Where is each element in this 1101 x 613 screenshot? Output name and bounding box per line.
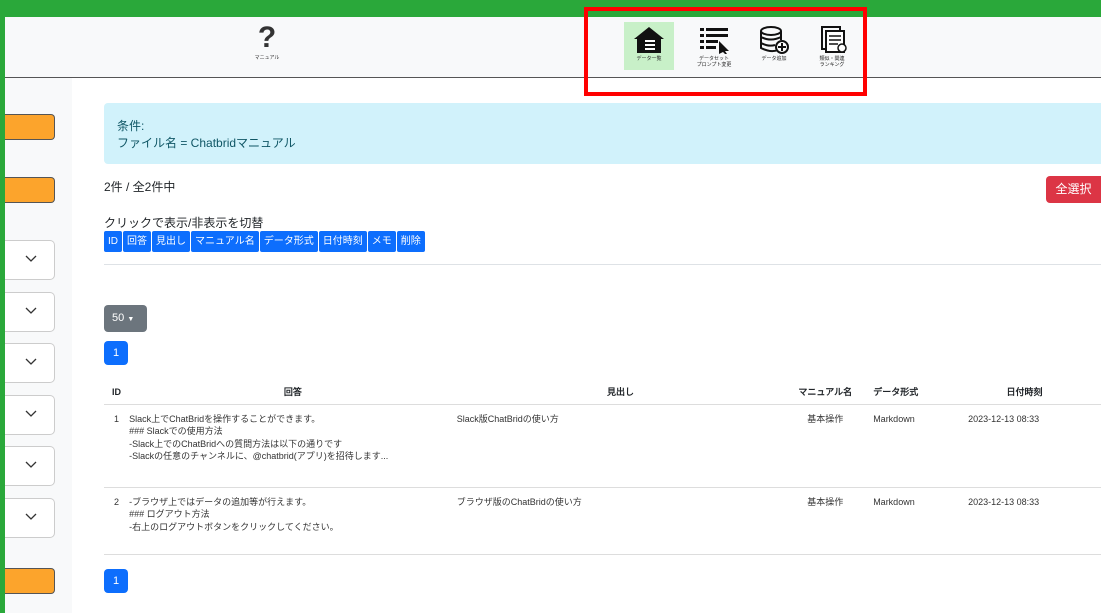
toggle-memo[interactable]: メモ <box>367 231 396 252</box>
cell-data-format: Markdown <box>866 487 949 555</box>
answer-line: -Slackの任意のチャンネルに、@chatbrid(アプリ)を招待します... <box>129 451 389 461</box>
sidebar-orange-button-1[interactable] <box>5 114 55 140</box>
per-page-value: 50 <box>112 312 125 324</box>
cell-heading: Slack版ChatBridの使い方 <box>456 404 785 488</box>
toggle-answer[interactable]: 回答 <box>123 231 151 252</box>
sidebar-dropdown-4[interactable] <box>5 395 55 435</box>
manual-help-button[interactable]: ? マニュアル <box>252 21 282 62</box>
answer-line: Slack上でChatBridを操作することができます。 <box>129 413 321 424</box>
table-row[interactable]: 1 Slack上でChatBridを操作することができます。 ### Slack… <box>104 404 1101 488</box>
condition-title: 条件: <box>117 119 145 133</box>
condition-alert: 条件: ファイル名 = Chatbridマニュアル <box>104 103 1101 164</box>
answer-line: -ブラウザ上ではデータの追加等が行えます。 <box>129 496 312 507</box>
help-label: マニュアル <box>254 55 280 61</box>
chevron-down-icon <box>25 461 37 468</box>
sidebar-orange-button-2[interactable] <box>5 177 55 203</box>
pagination-page-bottom[interactable]: 1 <box>104 569 128 593</box>
header-data-format[interactable]: データ形式 <box>866 380 949 405</box>
pagination-page-top[interactable]: 1 <box>104 341 128 365</box>
column-toggle-group: ID 回答 見出し マニュアル名 データ形式 日付時刻 メモ 削除 <box>104 231 425 252</box>
toggle-delete[interactable]: 削除 <box>396 231 425 252</box>
column-toggle-title: クリックで表示/非表示を切替 <box>104 216 264 230</box>
sidebar-orange-button-3[interactable] <box>5 568 55 594</box>
divider <box>104 264 1101 265</box>
chevron-down-icon <box>25 307 37 314</box>
top-green-bar <box>0 0 1101 17</box>
sidebar-dropdown-2[interactable] <box>5 292 55 332</box>
sidebar <box>5 78 72 613</box>
chevron-down-icon <box>25 358 37 365</box>
header-manual-name[interactable]: マニュアル名 <box>784 380 867 405</box>
header-id[interactable]: ID <box>104 380 130 405</box>
answer-line: -右上のログアウトボタンをクリックしてください。 <box>129 521 339 532</box>
caret-down-icon: ▼ <box>127 316 135 323</box>
header-heading[interactable]: 見出し <box>456 380 785 405</box>
answer-line: -Slack上でのChatBridへの質問方法は以下の通りです <box>129 438 343 449</box>
cell-manual-name: 基本操作 <box>784 404 867 488</box>
cell-id: 2 <box>104 487 130 555</box>
sidebar-dropdown-5[interactable] <box>5 446 55 486</box>
toggle-heading[interactable]: 見出し <box>152 231 190 252</box>
sidebar-dropdown-1[interactable] <box>5 240 55 280</box>
cell-answer: Slack上でChatBridを操作することができます。 ### Slackでの… <box>129 404 457 488</box>
result-count: 2件 / 全2件中 <box>104 180 176 194</box>
cell-manual-name: 基本操作 <box>784 487 867 555</box>
toggle-datetime[interactable]: 日付時刻 <box>318 231 367 252</box>
select-all-button[interactable]: 全選択 <box>1046 176 1101 203</box>
header-toolbar: ? マニュアル データ一覧 データセット プロンプト変更 データ追加 類似・関連… <box>5 17 1101 78</box>
question-mark-icon: ? <box>257 21 277 54</box>
table-row[interactable]: 2 -ブラウザ上ではデータの追加等が行えます。 ### ログアウト方法 -右上の… <box>104 487 1101 555</box>
cell-answer: -ブラウザ上ではデータの追加等が行えます。 ### ログアウト方法 -右上のログ… <box>129 487 457 555</box>
cell-heading: ブラウザ版のChatBridの使い方 <box>456 487 785 555</box>
table-header-row: ID 回答 見出し マニュアル名 データ形式 日付時刻 <box>104 380 1101 405</box>
data-table: ID 回答 見出し マニュアル名 データ形式 日付時刻 1 Slack上でCha… <box>104 380 1101 555</box>
cell-datetime: 2023-12-13 08:33 <box>948 487 1101 555</box>
condition-text: ファイル名 = Chatbridマニュアル <box>117 136 296 150</box>
cell-datetime: 2023-12-13 08:33 <box>948 404 1101 488</box>
chevron-down-icon <box>25 410 37 417</box>
chevron-down-icon <box>25 255 37 262</box>
highlight-annotation-box <box>584 7 867 96</box>
header-datetime[interactable]: 日付時刻 <box>948 380 1101 405</box>
answer-line: ### Slackでの使用方法 <box>129 426 223 436</box>
sidebar-dropdown-3[interactable] <box>5 343 55 383</box>
per-page-dropdown[interactable]: 50 ▼ <box>104 305 147 332</box>
cell-data-format: Markdown <box>866 404 949 488</box>
toggle-manual-name[interactable]: マニュアル名 <box>191 231 259 252</box>
toggle-id[interactable]: ID <box>104 231 122 252</box>
header-answer[interactable]: 回答 <box>129 380 457 405</box>
sidebar-dropdown-6[interactable] <box>5 498 55 538</box>
chevron-down-icon <box>25 513 37 520</box>
toggle-data-format[interactable]: データ形式 <box>259 231 318 252</box>
cell-id: 1 <box>104 404 130 488</box>
answer-line: ### ログアウト方法 <box>129 509 210 519</box>
